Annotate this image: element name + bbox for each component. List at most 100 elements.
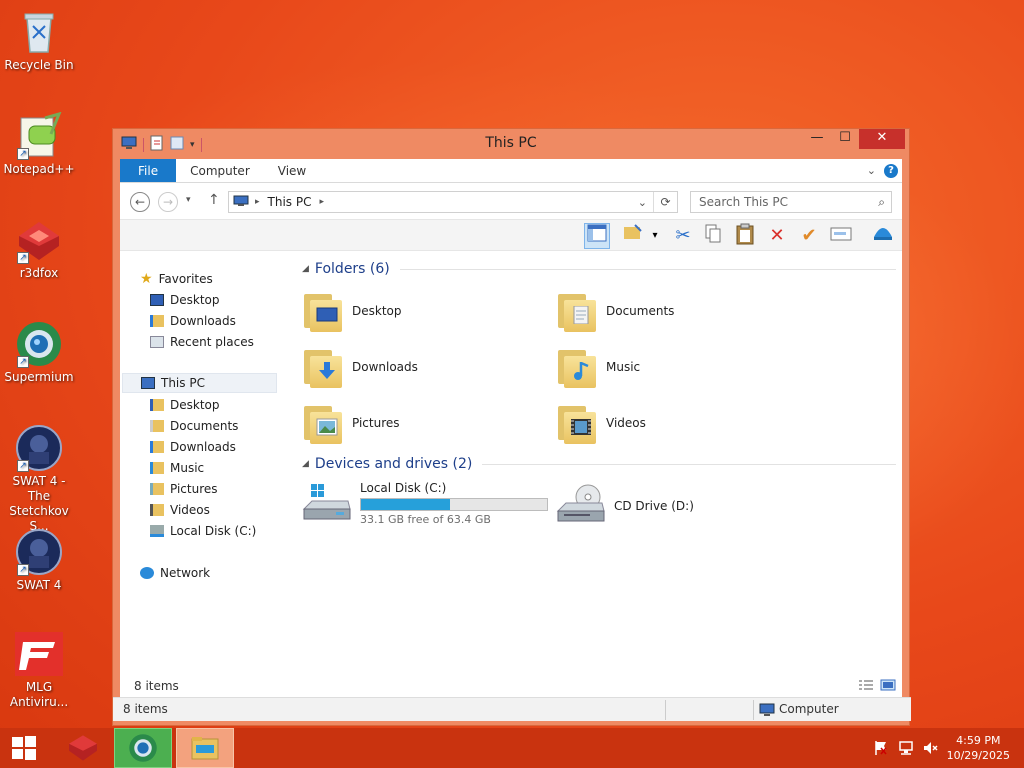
content-pane: ◢ Folders (6) Desktop Documents Download…	[292, 255, 896, 695]
local-disk-icon	[302, 481, 352, 528]
copy-icon[interactable]	[700, 223, 726, 249]
folder-tile-documents[interactable]: Documents	[556, 285, 796, 337]
shell-icon[interactable]	[870, 223, 896, 249]
desktop-icon-recycle-bin[interactable]: Recycle Bin	[0, 8, 78, 73]
nav-pc-downloads[interactable]: Downloads	[150, 437, 236, 457]
clock-time: 4:59 PM	[956, 734, 1001, 747]
nav-favorites[interactable]: ★ Favorites	[140, 269, 213, 289]
forward-button[interactable]: →	[158, 192, 178, 212]
tab-computer[interactable]: Computer	[176, 159, 264, 182]
nav-this-pc[interactable]: This PC	[122, 373, 277, 393]
search-icon[interactable]: ⌕	[878, 192, 885, 212]
star-icon: ★	[140, 271, 153, 287]
nav-fav-downloads[interactable]: Downloads	[150, 311, 236, 331]
nav-label: Favorites	[158, 272, 213, 286]
drive-tile-d[interactable]: CD Drive (D:)	[556, 481, 694, 531]
chevron-down-icon[interactable]: ▾	[642, 223, 668, 249]
recent-places-icon	[150, 336, 164, 348]
recent-locations-icon[interactable]: ▾	[186, 195, 191, 205]
desktop-icon-label: Recycle Bin	[4, 58, 74, 72]
folder-icon	[150, 504, 164, 516]
nav-pc-documents[interactable]: Documents	[150, 416, 238, 436]
network-tray-icon[interactable]	[898, 740, 914, 759]
shortcut-arrow-icon: ↗	[17, 460, 29, 472]
tile-label: Desktop	[352, 304, 402, 318]
chevron-right-icon[interactable]: ▸	[319, 197, 324, 207]
back-button[interactable]: ←	[130, 192, 150, 212]
nav-label: Local Disk (C:)	[170, 524, 257, 538]
desktop-icon-swat4-stetchkov[interactable]: ↗ SWAT 4 - The Stetchkov S...	[0, 424, 78, 534]
address-field[interactable]: ▸ This PC ▸ ⌄ ⟳	[228, 191, 678, 213]
rename-icon[interactable]	[828, 223, 854, 249]
search-input[interactable]: Search This PC ⌕	[690, 191, 892, 213]
delete-icon[interactable]: ✕	[764, 223, 790, 249]
recycle-bin-icon	[15, 8, 63, 56]
nav-fav-desktop[interactable]: Desktop	[150, 290, 220, 310]
desktop-icon-label: Notepad++	[3, 162, 75, 176]
nav-pc-pictures[interactable]: Pictures	[150, 479, 218, 499]
shortcut-arrow-icon: ↗	[17, 148, 29, 160]
tab-view[interactable]: View	[264, 159, 320, 182]
action-center-flag-icon[interactable]	[874, 740, 888, 759]
refresh-button[interactable]: ⟳	[653, 192, 677, 212]
title-bar[interactable]: ▾ This PC — ☐ ✕	[113, 129, 909, 159]
folder-icon	[150, 399, 164, 411]
nav-label: Downloads	[170, 314, 236, 328]
swat4-icon: ↗	[15, 528, 63, 576]
window-status-bar: 8 items Computer	[113, 697, 911, 721]
r3dfox-icon: ↗	[15, 216, 63, 264]
desktop-icon-label: r3dfox	[19, 266, 59, 280]
expand-ribbon-icon[interactable]: ⌄	[867, 164, 876, 177]
maximize-button[interactable]: ☐	[831, 129, 859, 149]
folder-tile-downloads[interactable]: Downloads	[302, 341, 542, 393]
desktop-icon-notepadpp[interactable]: ↗ Notepad++	[0, 111, 78, 177]
tile-label: Music	[606, 360, 641, 374]
file-explorer-icon	[191, 737, 219, 760]
folder-tile-videos[interactable]: Videos	[556, 397, 796, 449]
folder-tile-music[interactable]: Music	[556, 341, 796, 393]
close-button[interactable]: ✕	[859, 129, 905, 149]
nav-fav-recent-places[interactable]: Recent places	[150, 332, 254, 352]
desktop-icon-mlg-antivirus[interactable]: MLG Antiviru...	[0, 630, 78, 710]
folder-icon	[150, 462, 164, 474]
windows-logo-icon	[12, 736, 36, 760]
paste-icon[interactable]	[732, 223, 758, 249]
shortcut-arrow-icon: ↗	[17, 252, 29, 264]
up-button[interactable]: ↑	[208, 192, 220, 208]
checkmark-icon[interactable]: ✔	[796, 223, 822, 249]
nav-label: Pictures	[170, 482, 218, 496]
desktop-icon-supermium[interactable]: ↗ Supermium	[0, 320, 78, 385]
taskbar-r3dfox[interactable]	[54, 728, 112, 768]
nav-network[interactable]: Network	[140, 563, 210, 583]
desktop-icon-label: SWAT 4	[16, 578, 62, 592]
taskbar-file-explorer[interactable]	[176, 728, 234, 768]
volume-muted-icon[interactable]	[922, 740, 938, 759]
devices-group-header[interactable]: ◢ Devices and drives (2)	[302, 456, 896, 472]
desktop-icon-swat4[interactable]: ↗ SWAT 4	[0, 528, 78, 593]
nav-label: Documents	[170, 419, 239, 433]
nav-pc-local-disk[interactable]: Local Disk (C:)	[150, 521, 256, 541]
desktop-icon-r3dfox[interactable]: ↗ r3dfox	[0, 216, 78, 281]
large-icons-view-icon[interactable]	[880, 679, 896, 694]
tab-file[interactable]: File	[120, 159, 177, 182]
taskbar-supermium[interactable]	[114, 728, 172, 768]
window-controls: — ☐ ✕	[803, 129, 905, 149]
nav-pc-desktop[interactable]: Desktop	[150, 395, 220, 415]
chevron-right-icon[interactable]: ▸	[255, 197, 260, 207]
address-dropdown-icon[interactable]: ⌄	[638, 196, 653, 209]
cut-icon[interactable]: ✂	[670, 223, 696, 249]
folder-tile-pictures[interactable]: Pictures	[302, 397, 542, 449]
folder-tile-desktop[interactable]: Desktop	[302, 285, 542, 337]
details-view-icon[interactable]	[858, 679, 874, 694]
help-icon[interactable]: ?	[884, 163, 898, 178]
desktop-icon	[150, 294, 164, 306]
nav-pc-videos[interactable]: Videos	[150, 500, 210, 520]
supermium-icon: ↗	[15, 320, 63, 368]
preview-pane-button[interactable]	[584, 223, 610, 249]
nav-pc-music[interactable]: Music	[150, 458, 204, 478]
start-button[interactable]	[0, 728, 48, 768]
drive-tile-c[interactable]: Local Disk (C:) 33.1 GB free of 63.4 GB	[302, 481, 548, 528]
folders-group-header[interactable]: ◢ Folders (6)	[302, 261, 896, 277]
system-clock[interactable]: 4:59 PM 10/29/2025	[947, 733, 1010, 763]
minimize-button[interactable]: —	[803, 129, 831, 149]
